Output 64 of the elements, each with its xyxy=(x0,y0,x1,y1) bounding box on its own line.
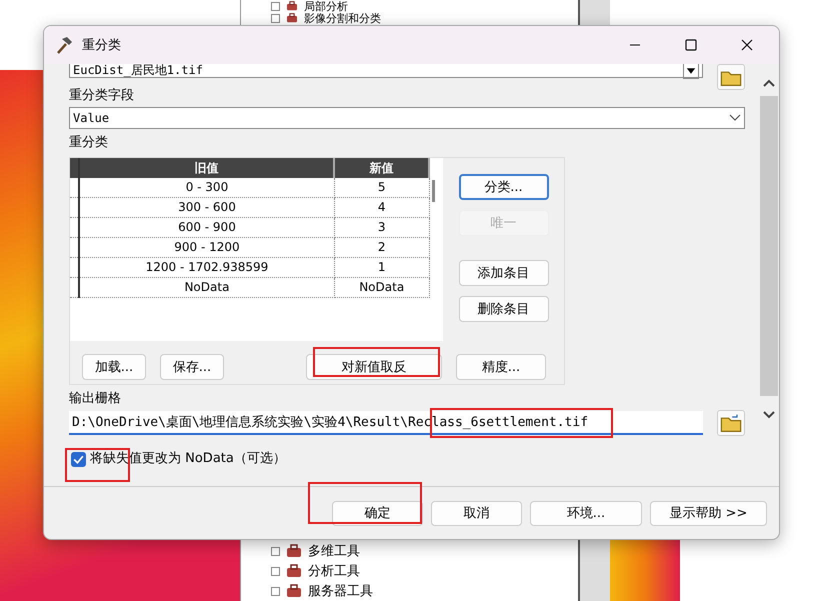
dialog-button[interactable]: 取消 xyxy=(431,500,522,526)
hammer-icon xyxy=(54,35,74,55)
section-label: 重分类 xyxy=(69,135,109,151)
table-cell[interactable]: 2 xyxy=(334,238,429,258)
checkbox[interactable] xyxy=(71,452,86,466)
toolbox-icon xyxy=(286,584,302,598)
tree-item[interactable]: 服务器工具 xyxy=(308,582,373,600)
tree-item[interactable]: 影像分割和分类 xyxy=(304,10,381,26)
table-cell[interactable]: NoData xyxy=(79,278,334,298)
side-button[interactable]: 分类... xyxy=(458,174,548,200)
panel-button[interactable]: 精度... xyxy=(456,354,546,380)
dialog-button[interactable]: 环境... xyxy=(530,500,642,526)
row-header[interactable] xyxy=(70,238,79,258)
scrollbar-thumb[interactable] xyxy=(760,96,778,396)
table-cell[interactable]: 600 - 900 xyxy=(79,218,334,238)
toolbox-icon xyxy=(286,544,302,558)
panel-button[interactable]: 保存... xyxy=(160,354,224,380)
expand-icon[interactable] xyxy=(271,546,280,556)
side-button[interactable]: 删除条目 xyxy=(458,296,548,322)
reclass-field-dropdown[interactable]: Value xyxy=(69,107,745,129)
table-cell[interactable]: 900 - 1200 xyxy=(79,238,334,258)
dialog-button[interactable]: 确定 xyxy=(332,500,423,526)
dropdown-icon[interactable] xyxy=(683,64,699,78)
toolbox-icon xyxy=(286,1,298,11)
table-cell[interactable]: NoData xyxy=(334,278,429,298)
toolbox-icon xyxy=(286,564,302,578)
scrollbar-thumb[interactable] xyxy=(432,180,435,202)
row-header[interactable] xyxy=(70,258,79,278)
column-header: 新值 xyxy=(334,158,429,178)
panel-button[interactable]: 加载... xyxy=(82,354,146,380)
table-cell[interactable]: 4 xyxy=(334,198,429,218)
chevron-down-icon xyxy=(729,114,741,122)
checkbox-label: 将缺失值更改为 NoData（可选） xyxy=(90,451,286,467)
window-title: 重分类 xyxy=(82,37,122,54)
folder-icon[interactable] xyxy=(717,410,745,436)
side-button[interactable]: 添加条目 xyxy=(458,260,548,286)
row-header[interactable] xyxy=(70,278,79,298)
table-cell[interactable]: 1 xyxy=(334,258,429,278)
panel-button[interactable]: 对新值取反 xyxy=(306,354,442,380)
column-header: 旧值 xyxy=(79,158,334,178)
folder-icon[interactable] xyxy=(717,64,745,90)
row-header[interactable] xyxy=(70,218,79,238)
table-cell[interactable]: 3 xyxy=(334,218,429,238)
maximize-icon[interactable] xyxy=(685,39,697,51)
row-header[interactable] xyxy=(70,178,79,198)
expand-icon[interactable] xyxy=(271,566,280,576)
close-icon[interactable] xyxy=(741,39,753,51)
highlight-frame xyxy=(65,448,130,482)
field-label: 输出栅格 xyxy=(69,391,122,407)
table-cell[interactable]: 0 - 300 xyxy=(79,178,334,198)
input-raster-field[interactable]: EucDist_居民地1.tif xyxy=(69,64,703,78)
toolbox-icon xyxy=(286,13,298,23)
tree-item[interactable]: 多维工具 xyxy=(308,542,360,560)
scroll-up-icon[interactable] xyxy=(762,78,776,88)
row-header[interactable] xyxy=(70,198,79,218)
dialog-button[interactable]: 显示帮助 >> xyxy=(650,500,767,526)
field-label: 重分类字段 xyxy=(69,88,135,104)
scroll-down-icon[interactable] xyxy=(762,410,776,420)
expand-icon[interactable] xyxy=(271,586,280,596)
table-cell[interactable]: 5 xyxy=(334,178,429,198)
table-cell[interactable]: 300 - 600 xyxy=(79,198,334,218)
table-cell[interactable]: 1200 - 1702.938599 xyxy=(79,258,334,278)
tree-item[interactable]: 分析工具 xyxy=(308,562,360,580)
tree-item[interactable]: 局部分析 xyxy=(304,0,348,14)
